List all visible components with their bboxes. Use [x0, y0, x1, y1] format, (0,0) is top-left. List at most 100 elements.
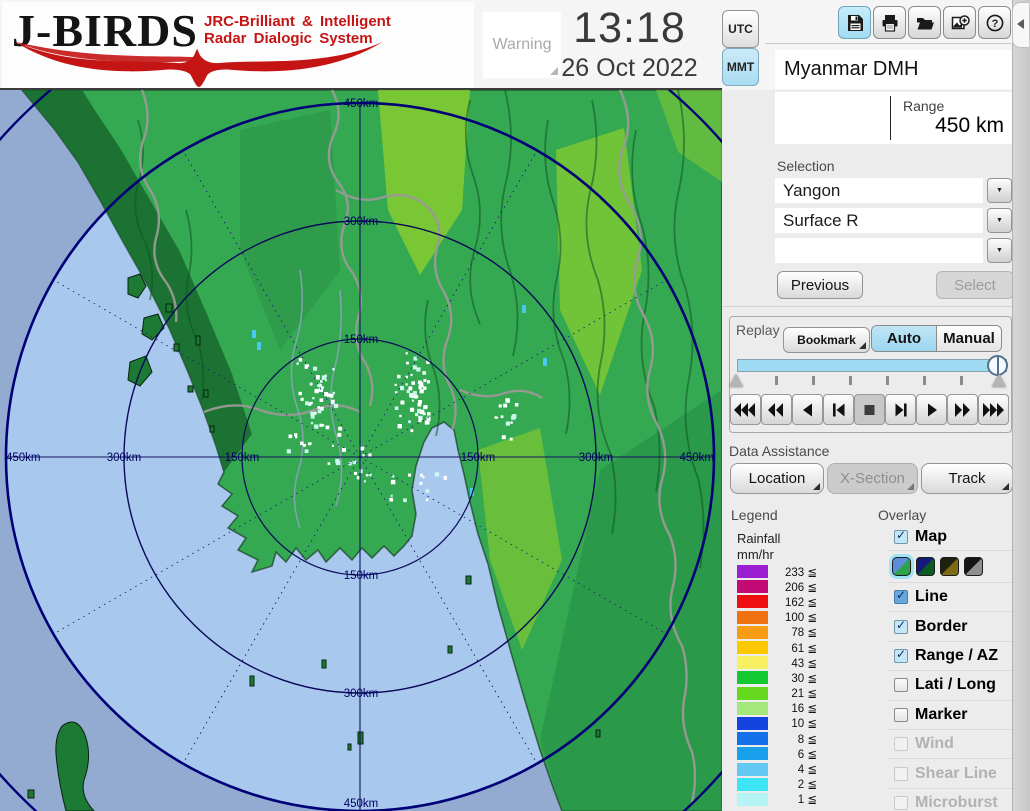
- marker-checkbox[interactable]: [894, 708, 908, 722]
- range-az-checkbox[interactable]: [894, 649, 908, 663]
- open-folder-button[interactable]: [908, 6, 941, 39]
- legend-value-label: 21 ≦: [768, 686, 817, 700]
- radar-map-display[interactable]: 450km300km150km150km300km450km450km300km…: [0, 88, 722, 811]
- legend-color-swatch: [737, 778, 768, 791]
- legend-color-swatch: [737, 747, 768, 760]
- site-dropdown-value[interactable]: Yangon: [775, 178, 983, 203]
- step-forward-button[interactable]: [885, 394, 916, 425]
- save-button[interactable]: [838, 6, 871, 39]
- overlay-item-border: Border: [888, 612, 1012, 641]
- site-dropdown-button[interactable]: ▼: [987, 178, 1012, 203]
- chevron-down-icon: ▼: [996, 217, 1003, 224]
- line-checkbox[interactable]: [894, 590, 908, 604]
- overlay-item-label: Range / AZ: [915, 647, 998, 665]
- timezone-utc-button[interactable]: UTC: [722, 10, 759, 48]
- slider-start-marker[interactable]: [729, 374, 743, 387]
- warning-button[interactable]: Warning: [483, 12, 561, 78]
- back-icon: [795, 402, 821, 418]
- lati-long-checkbox[interactable]: [894, 678, 908, 692]
- overlay-item-marker: Marker: [888, 701, 1012, 730]
- overlay-item-label: Marker: [915, 706, 967, 724]
- legend-row: 6 ≦: [737, 746, 817, 761]
- legend-color-swatch: [737, 671, 768, 684]
- manual-mode-button[interactable]: Manual: [937, 326, 1001, 351]
- legend-row: 4 ≦: [737, 761, 817, 776]
- x-section-button[interactable]: X-Section: [827, 463, 918, 494]
- auto-mode-button[interactable]: Auto: [872, 326, 937, 351]
- border-checkbox[interactable]: [894, 620, 908, 634]
- site-dropdown: Yangon ▼: [775, 178, 1012, 203]
- panel-collapse-strip: [1012, 0, 1030, 811]
- legend-row: 162 ≦: [737, 594, 817, 609]
- bookmark-button[interactable]: Bookmark: [783, 327, 870, 353]
- select-button[interactable]: Select: [936, 271, 1014, 299]
- map-checkbox[interactable]: [894, 530, 908, 544]
- slider-end-marker[interactable]: [992, 374, 1006, 387]
- overlay-item-map: Map: [888, 524, 1012, 551]
- legend-color-swatch: [737, 565, 768, 578]
- location-button[interactable]: Location: [730, 463, 824, 494]
- legend-row: 43 ≦: [737, 655, 817, 670]
- track-button[interactable]: Track: [921, 463, 1013, 494]
- legend-value-label: 10 ≦: [768, 716, 817, 730]
- legend-value-label: 78 ≦: [768, 625, 817, 639]
- range-label: 300km: [344, 216, 379, 228]
- print-button[interactable]: [873, 6, 906, 39]
- play-button[interactable]: [916, 394, 947, 425]
- rewind-fast-button[interactable]: [730, 394, 761, 425]
- legend-row: 1 ≦: [737, 792, 817, 807]
- legend-value-label: 162 ≦: [768, 595, 817, 609]
- stop-button[interactable]: [854, 394, 885, 425]
- map-style-swatch-2[interactable]: [916, 557, 935, 576]
- option-dropdown-button[interactable]: ▼: [987, 238, 1012, 263]
- replay-slider-thumb[interactable]: [987, 355, 1008, 376]
- slider-tick: [923, 376, 926, 385]
- option-dropdown-value[interactable]: [775, 238, 983, 263]
- forward-button[interactable]: [947, 394, 978, 425]
- replay-mode-toggle: Auto Manual: [871, 325, 1002, 352]
- overlay-item-label: Line: [915, 588, 948, 606]
- legend-value-label: 16 ≦: [768, 701, 817, 715]
- legend-value-label: 6 ≦: [768, 747, 817, 761]
- legend-row: 2 ≦: [737, 777, 817, 792]
- section-divider: [722, 306, 1012, 307]
- range-label: 150km: [225, 452, 260, 464]
- legend-row: 21 ≦: [737, 686, 817, 701]
- legend-row: 30 ≦: [737, 670, 817, 685]
- legend-color-swatch: [737, 626, 768, 639]
- range-label: 150km: [344, 334, 379, 346]
- help-button[interactable]: ?: [978, 6, 1011, 39]
- product-dropdown-value[interactable]: Surface R: [775, 208, 983, 233]
- stop-icon: [857, 402, 883, 418]
- rewind-button[interactable]: [761, 394, 792, 425]
- overlay-list: MapLineBorderRange / AZLati / LongMarker…: [888, 524, 1012, 811]
- forward-fast-button[interactable]: [978, 394, 1009, 425]
- legend-color-swatch: [737, 687, 768, 700]
- clock-time: 13:18: [567, 4, 692, 53]
- previous-button[interactable]: Previous: [777, 271, 863, 299]
- panel-collapse-tab[interactable]: [1012, 2, 1029, 48]
- overlay-item-label: Wind: [915, 735, 954, 753]
- slider-tick: [886, 376, 889, 385]
- timezone-mmt-button[interactable]: MMT: [722, 48, 759, 86]
- legend-color-swatch: [737, 656, 768, 669]
- step-backward-button[interactable]: [823, 394, 854, 425]
- panel-divider: [765, 43, 1011, 44]
- legend-row: 8 ≦: [737, 731, 817, 746]
- overlay-item-line: Line: [888, 583, 1012, 612]
- open-folder-icon: [915, 13, 935, 33]
- play-backward-button[interactable]: [792, 394, 823, 425]
- map-style-swatch-1[interactable]: [892, 557, 911, 576]
- add-map-button[interactable]: [943, 6, 976, 39]
- rew3-icon: [733, 402, 759, 418]
- wind-checkbox: [894, 737, 908, 751]
- overlay-item-shear-line: Shear Line: [888, 759, 1012, 788]
- jbirds-app-window: J-BIRDS JRC-Brilliant & Intelligent Rada…: [0, 0, 1030, 811]
- legend-row: 78 ≦: [737, 625, 817, 640]
- product-dropdown-button[interactable]: ▼: [987, 208, 1012, 233]
- slider-tick: [812, 376, 815, 385]
- replay-slider-track[interactable]: [737, 359, 1007, 372]
- map-style-swatch-4[interactable]: [964, 557, 983, 576]
- overlay-item-wind: Wind: [888, 730, 1012, 759]
- map-style-swatch-3[interactable]: [940, 557, 959, 576]
